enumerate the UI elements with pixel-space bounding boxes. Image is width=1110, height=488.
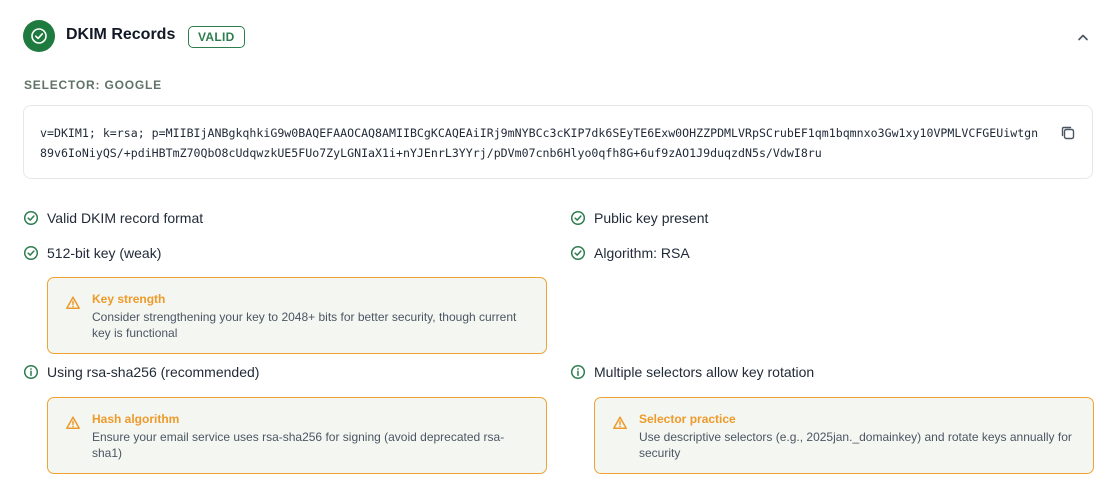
check-algorithm: Algorithm: RSA: [570, 245, 690, 261]
alert-body: Use descriptive selectors (e.g., 2025jan…: [639, 430, 1072, 460]
info-icon: [23, 364, 39, 380]
dkim-header: DKIM Records VALID: [23, 20, 1095, 54]
check-key-size: 512-bit key (weak): [23, 245, 161, 261]
alert-title: Key strength: [92, 292, 166, 306]
status-badge: VALID: [188, 26, 245, 48]
collapse-button[interactable]: [1071, 26, 1095, 48]
check-selectors: Multiple selectors allow key rotation: [570, 364, 814, 380]
warning-triangle-icon: [65, 295, 81, 311]
section-title: DKIM Records: [66, 26, 176, 43]
check-circle-icon: [23, 245, 39, 261]
check-label: Multiple selectors allow key rotation: [594, 364, 815, 380]
alert-body: Consider strengthening your key to 2048+…: [92, 310, 517, 340]
check-public-key: Public key present: [570, 210, 708, 226]
alert-hash-algorithm: Hash algorithm Ensure your email service…: [47, 397, 547, 474]
dkim-record-box: v=DKIM1; k=rsa; p=MIIBIjANBgkqhkiG9w0BAQ…: [23, 105, 1093, 179]
copy-icon: [1061, 126, 1075, 140]
check-circle-icon: [23, 210, 39, 226]
chevron-up-icon: [1078, 34, 1088, 41]
warning-triangle-icon: [612, 415, 628, 431]
check-circle-icon: [570, 210, 586, 226]
copy-button[interactable]: [1059, 124, 1077, 142]
alert-body: Ensure your email service uses rsa-sha25…: [92, 430, 505, 460]
check-label: Valid DKIM record format: [47, 210, 204, 226]
check-valid-format: Valid DKIM record format: [23, 210, 203, 226]
alert-title: Hash algorithm: [92, 412, 180, 426]
info-icon: [570, 364, 586, 380]
check-label: Algorithm: RSA: [594, 245, 690, 261]
check-label: 512-bit key (weak): [47, 245, 162, 261]
check-label: Public key present: [594, 210, 709, 226]
check-circle-icon: [23, 20, 55, 52]
selector-label: SELECTOR: GOOGLE: [24, 78, 162, 92]
warning-triangle-icon: [65, 415, 81, 431]
check-hash: Using rsa-sha256 (recommended): [23, 364, 259, 380]
alert-key-strength: Key strength Consider strengthening your…: [47, 277, 547, 354]
alert-title: Selector practice: [639, 412, 736, 426]
alert-selector-practice: Selector practice Use descriptive select…: [594, 397, 1094, 474]
dkim-record-value[interactable]: v=DKIM1; k=rsa; p=MIIBIjANBgkqhkiG9w0BAQ…: [40, 123, 1045, 163]
check-label: Using rsa-sha256 (recommended): [47, 364, 260, 380]
check-circle-icon: [570, 245, 586, 261]
